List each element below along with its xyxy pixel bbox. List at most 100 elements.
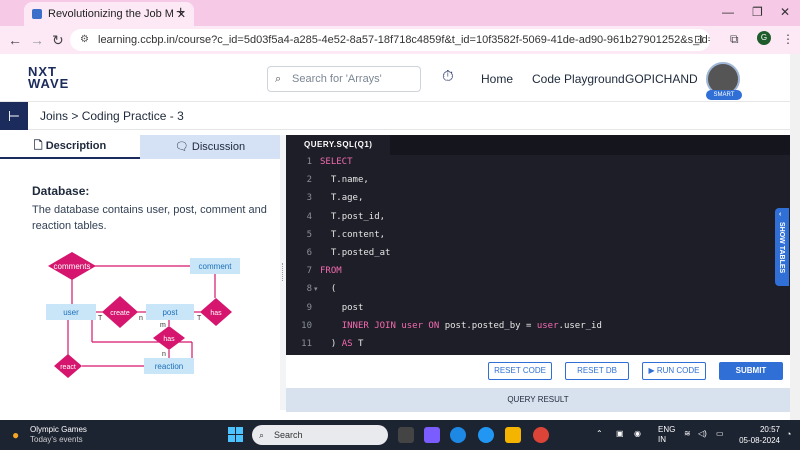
search-placeholder: Search for 'Arrays' <box>292 73 382 85</box>
description-panel: Database: The database contains user, po… <box>0 160 280 410</box>
drag-grip-icon <box>282 263 284 281</box>
notification-bell-icon[interactable]: ◔ <box>786 429 791 439</box>
user-avatar[interactable]: SMART <box>706 62 742 100</box>
run-code-button[interactable]: ▶ RUN CODE <box>642 362 706 380</box>
editor-actions: RESET CODE RESET DB ▶ RUN CODE SUBMIT <box>286 355 790 387</box>
weather-widget[interactable]: Olympic Games Today's events <box>30 425 87 445</box>
maximize-icon[interactable]: ❐ <box>752 5 763 19</box>
show-tables-button[interactable]: ‹ SHOW TABLES <box>775 208 789 286</box>
line-number: 4 <box>306 211 312 222</box>
browser-tab-bar: Revolutionizing the Job Market ✕ + — ❐ ✕ <box>0 0 800 26</box>
site-info-icon[interactable]: ⚙ <box>80 29 89 51</box>
search-icon: ⌕ <box>259 430 265 440</box>
code-line: SELECT <box>320 157 353 167</box>
code-line: T.name, <box>330 175 369 186</box>
er-reaction-entity: reaction <box>155 362 183 371</box>
code-line: T.age, <box>330 193 364 204</box>
new-tab-icon[interactable]: + <box>176 4 185 22</box>
show-tables-label: SHOW TABLES <box>778 222 785 274</box>
tab-title: Revolutionizing the Job Market <box>48 8 173 20</box>
reload-icon[interactable]: ↻ <box>52 32 64 49</box>
minimize-icon[interactable]: — <box>722 5 734 19</box>
username-label[interactable]: GOPICHAND <box>625 72 698 86</box>
tab-discussion-label: Discussion <box>191 141 246 153</box>
reset-code-button[interactable]: RESET CODE <box>488 362 552 380</box>
play-icon: ▶ <box>648 366 657 375</box>
site-favicon-icon <box>32 9 42 19</box>
er-cardinality: n <box>162 351 166 358</box>
er-comment-entity: comment <box>199 262 233 271</box>
er-cardinality: T <box>197 315 202 322</box>
taskbar-search[interactable]: ⌕ Search <box>252 425 388 445</box>
chrome-icon[interactable] <box>533 427 549 443</box>
editor-tab-row: QUERY.SQL(Q1) <box>286 135 790 155</box>
browser-menu-icon[interactable]: ⋮ <box>782 32 794 46</box>
database-heading: Database: <box>32 184 90 198</box>
nav-code-playground-link[interactable]: Code Playground <box>532 72 625 86</box>
search-input[interactable]: ⌕ Search for 'Arrays' <box>267 66 421 92</box>
logo-line-2: WAVE <box>28 76 70 91</box>
er-has-label-2: has <box>163 336 175 343</box>
line-number: 5 <box>306 229 312 240</box>
timer-icon[interactable]: ⏱ <box>442 68 454 85</box>
tab-discussion[interactable]: 🗨 Discussion <box>140 135 280 159</box>
er-user-entity: user <box>63 308 79 317</box>
er-cardinality: n <box>139 315 143 322</box>
install-app-icon[interactable]: ⊡ <box>694 33 703 46</box>
code-editor[interactable]: QUERY.SQL(Q1) 1 SELECT 2 T.name, 3 T.age, 4 … <box>286 135 790 355</box>
tray-app-icon[interactable]: ▣ <box>616 429 624 438</box>
edge-icon[interactable] <box>450 427 466 443</box>
code-line: T.posted_at <box>330 248 391 258</box>
nav-home-link[interactable]: Home <box>481 72 513 86</box>
query-result-panel[interactable]: QUERY RESULT <box>286 388 790 412</box>
code-line: ) AS T <box>330 339 364 349</box>
left-panel-tabs: 🗋 Description 🗨 Discussion <box>0 135 280 159</box>
taskbar-clock[interactable]: 20:57 05-08-2024 <box>736 424 780 446</box>
reset-db-button[interactable]: RESET DB <box>565 362 629 380</box>
volume-icon[interactable]: ◁) <box>698 429 707 438</box>
wifi-icon[interactable]: ≋ <box>684 429 691 438</box>
back-icon[interactable]: ← <box>8 32 22 48</box>
weather-subtitle: Today's events <box>30 435 83 444</box>
copilot-icon[interactable] <box>424 427 440 443</box>
page-scrollbar[interactable] <box>790 54 800 420</box>
tray-app-icon[interactable]: ◉ <box>634 429 641 438</box>
nxtwave-logo[interactable]: NXT WAVE <box>28 65 70 91</box>
fold-chevron-icon[interactable]: ▾ <box>314 285 318 293</box>
url-text: learning.ccbp.in/course?c_id=5d03f5a4-a2… <box>98 34 710 46</box>
editor-tab-query[interactable]: QUERY.SQL(Q1) <box>286 135 390 155</box>
window-close-icon[interactable]: ✕ <box>780 5 790 19</box>
line-number: 7 <box>306 266 312 277</box>
er-has-label-1: has <box>210 310 222 317</box>
extensions-icon[interactable]: ⧉ <box>730 32 739 47</box>
breadcrumb-bar: ⊢ Joins > Coding Practice - 3 <box>0 102 790 130</box>
file-explorer-icon[interactable] <box>505 427 521 443</box>
battery-icon[interactable]: ▭ <box>716 429 724 438</box>
weather-icon[interactable]: ● <box>12 428 19 442</box>
task-view-icon[interactable] <box>398 427 414 443</box>
forward-icon[interactable]: → <box>30 32 44 48</box>
tab-description[interactable]: 🗋 Description <box>0 135 140 159</box>
sidebar-toggle-icon[interactable]: ⊢ <box>0 102 28 130</box>
tab-description-label: Description <box>45 140 107 152</box>
document-icon: 🗋 <box>33 140 46 152</box>
language-indicator[interactable]: ENG IN <box>658 425 675 445</box>
weather-title: Olympic Games <box>30 425 87 434</box>
profile-avatar[interactable]: G <box>757 31 771 45</box>
windows-start-icon[interactable] <box>228 427 243 442</box>
er-comments-label: comments <box>54 262 91 271</box>
run-code-label: RUN CODE <box>656 366 700 375</box>
er-cardinality: T <box>98 315 103 322</box>
tray-chevron-up-icon[interactable]: ⌃ <box>596 429 603 438</box>
avatar-badge: SMART <box>706 90 742 100</box>
line-number: 11 <box>301 339 312 349</box>
url-field[interactable]: ⚙ learning.ccbp.in/course?c_id=5d03f5a4-… <box>70 29 710 51</box>
er-diagram: comments comment user create post has ha… <box>46 252 240 378</box>
region-label: IN <box>658 435 666 444</box>
submit-button[interactable]: SUBMIT <box>719 362 783 380</box>
chat-icon: 🗨 <box>174 141 192 153</box>
browser-tab[interactable]: Revolutionizing the Job Market ✕ <box>24 2 194 26</box>
help-app-icon[interactable] <box>478 427 494 443</box>
line-number: 3 <box>306 193 312 204</box>
code-line: ( <box>330 284 337 295</box>
